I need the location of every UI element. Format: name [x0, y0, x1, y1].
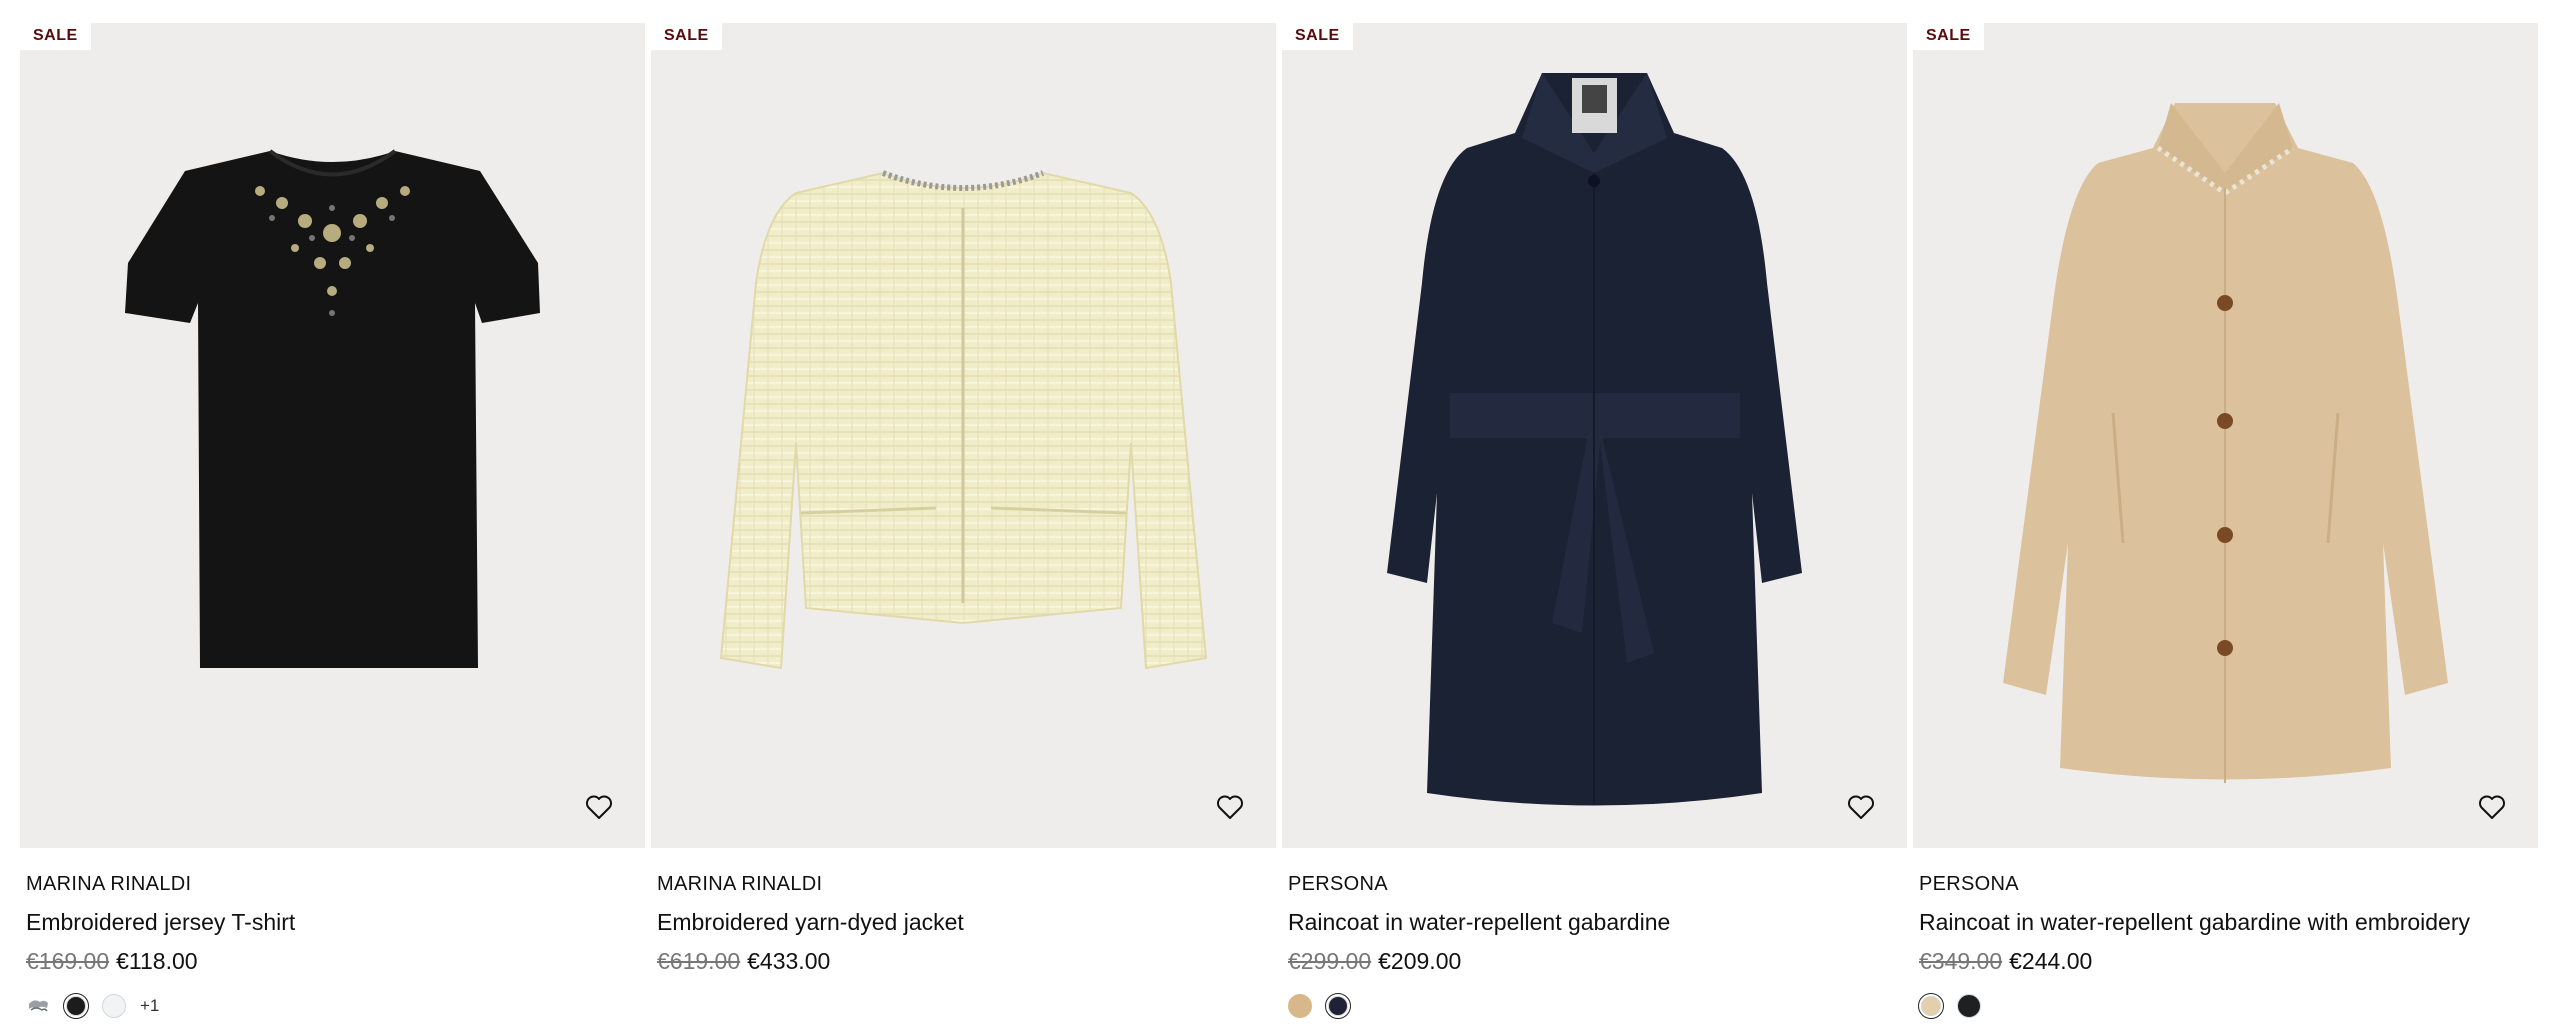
product-brand: PERSONA: [1288, 873, 1388, 895]
color-swatches: [1288, 993, 1901, 1019]
original-price: €299.00: [1288, 948, 1372, 974]
product-brand: MARINA RINALDI: [26, 873, 192, 895]
navy-coat-image: [1387, 73, 1802, 806]
product-card[interactable]: SALE MARINA RINALDI Embroidered yarn-dye…: [651, 23, 1276, 1019]
product-grid: SALE MARINA RINALDI Embroidered jersey T…: [20, 23, 2540, 1019]
product-name[interactable]: Embroidered jersey T-shirt: [26, 908, 639, 936]
product-prices: €619.00 €433.00: [657, 947, 1270, 975]
original-price: €349.00: [1919, 948, 2003, 974]
color-swatch-white[interactable]: [102, 994, 126, 1018]
color-swatch-black[interactable]: [1957, 994, 1981, 1018]
product-image[interactable]: SALE: [1913, 23, 2538, 848]
beige-coat-image: [2003, 103, 2448, 783]
color-swatches: +1: [26, 993, 639, 1019]
color-swatch-navy[interactable]: [1325, 993, 1351, 1019]
product-brand: MARINA RINALDI: [657, 873, 823, 895]
product-brand: PERSONA: [1919, 873, 2019, 895]
sale-price: €209.00: [1378, 948, 1462, 974]
product-image[interactable]: SALE: [651, 23, 1276, 848]
product-name[interactable]: Raincoat in water-repellent gabardine wi…: [1919, 908, 2532, 936]
original-price: €619.00: [657, 948, 741, 974]
product-prices: €349.00 €244.00: [1919, 947, 2532, 975]
tshirt-image: [125, 149, 540, 668]
sale-price: €244.00: [2009, 948, 2093, 974]
jacket-image: [719, 170, 1208, 670]
product-name[interactable]: Embroidered yarn-dyed jacket: [657, 908, 1270, 936]
more-colors-count[interactable]: +1: [140, 996, 159, 1016]
product-image[interactable]: SALE: [1282, 23, 1907, 848]
sale-badge: SALE: [1913, 23, 1984, 50]
product-card[interactable]: SALE PERSONA Raincoat in water-repellent…: [1282, 23, 1907, 1019]
sale-badge: SALE: [20, 23, 91, 50]
product-card[interactable]: SALE MARINA RINALDI Embroidered jersey T…: [20, 23, 645, 1019]
wishlist-heart-icon[interactable]: [583, 791, 615, 823]
product-prices: €299.00 €209.00: [1288, 947, 1901, 975]
wishlist-heart-icon[interactable]: [2476, 791, 2508, 823]
sale-price: €118.00: [116, 948, 198, 974]
wishlist-heart-icon[interactable]: [1214, 791, 1246, 823]
product-name[interactable]: Raincoat in water-repellent gabardine: [1288, 908, 1901, 936]
product-image[interactable]: SALE: [20, 23, 645, 848]
color-swatch-black[interactable]: [63, 993, 89, 1019]
product-info: PERSONA Raincoat in water-repellent gaba…: [1913, 872, 2538, 1019]
color-swatch-beige[interactable]: [1918, 993, 1944, 1019]
product-prices: €169.00 €118.00: [26, 947, 639, 975]
sale-price: €433.00: [747, 948, 831, 974]
product-card[interactable]: SALE PERSONA Raincoat in water-repellent…: [1913, 23, 2538, 1019]
product-info: MARINA RINALDI Embroidered jersey T-shir…: [20, 872, 645, 1019]
wishlist-heart-icon[interactable]: [1845, 791, 1877, 823]
sale-badge: SALE: [1282, 23, 1353, 50]
product-info: MARINA RINALDI Embroidered yarn-dyed jac…: [651, 872, 1276, 975]
product-info: PERSONA Raincoat in water-repellent gaba…: [1282, 872, 1907, 1019]
color-swatch-pattern[interactable]: [26, 994, 50, 1018]
sale-badge: SALE: [651, 23, 722, 50]
color-swatch-beige[interactable]: [1288, 994, 1312, 1018]
original-price: €169.00: [26, 948, 110, 974]
color-swatches: [1918, 993, 2532, 1019]
